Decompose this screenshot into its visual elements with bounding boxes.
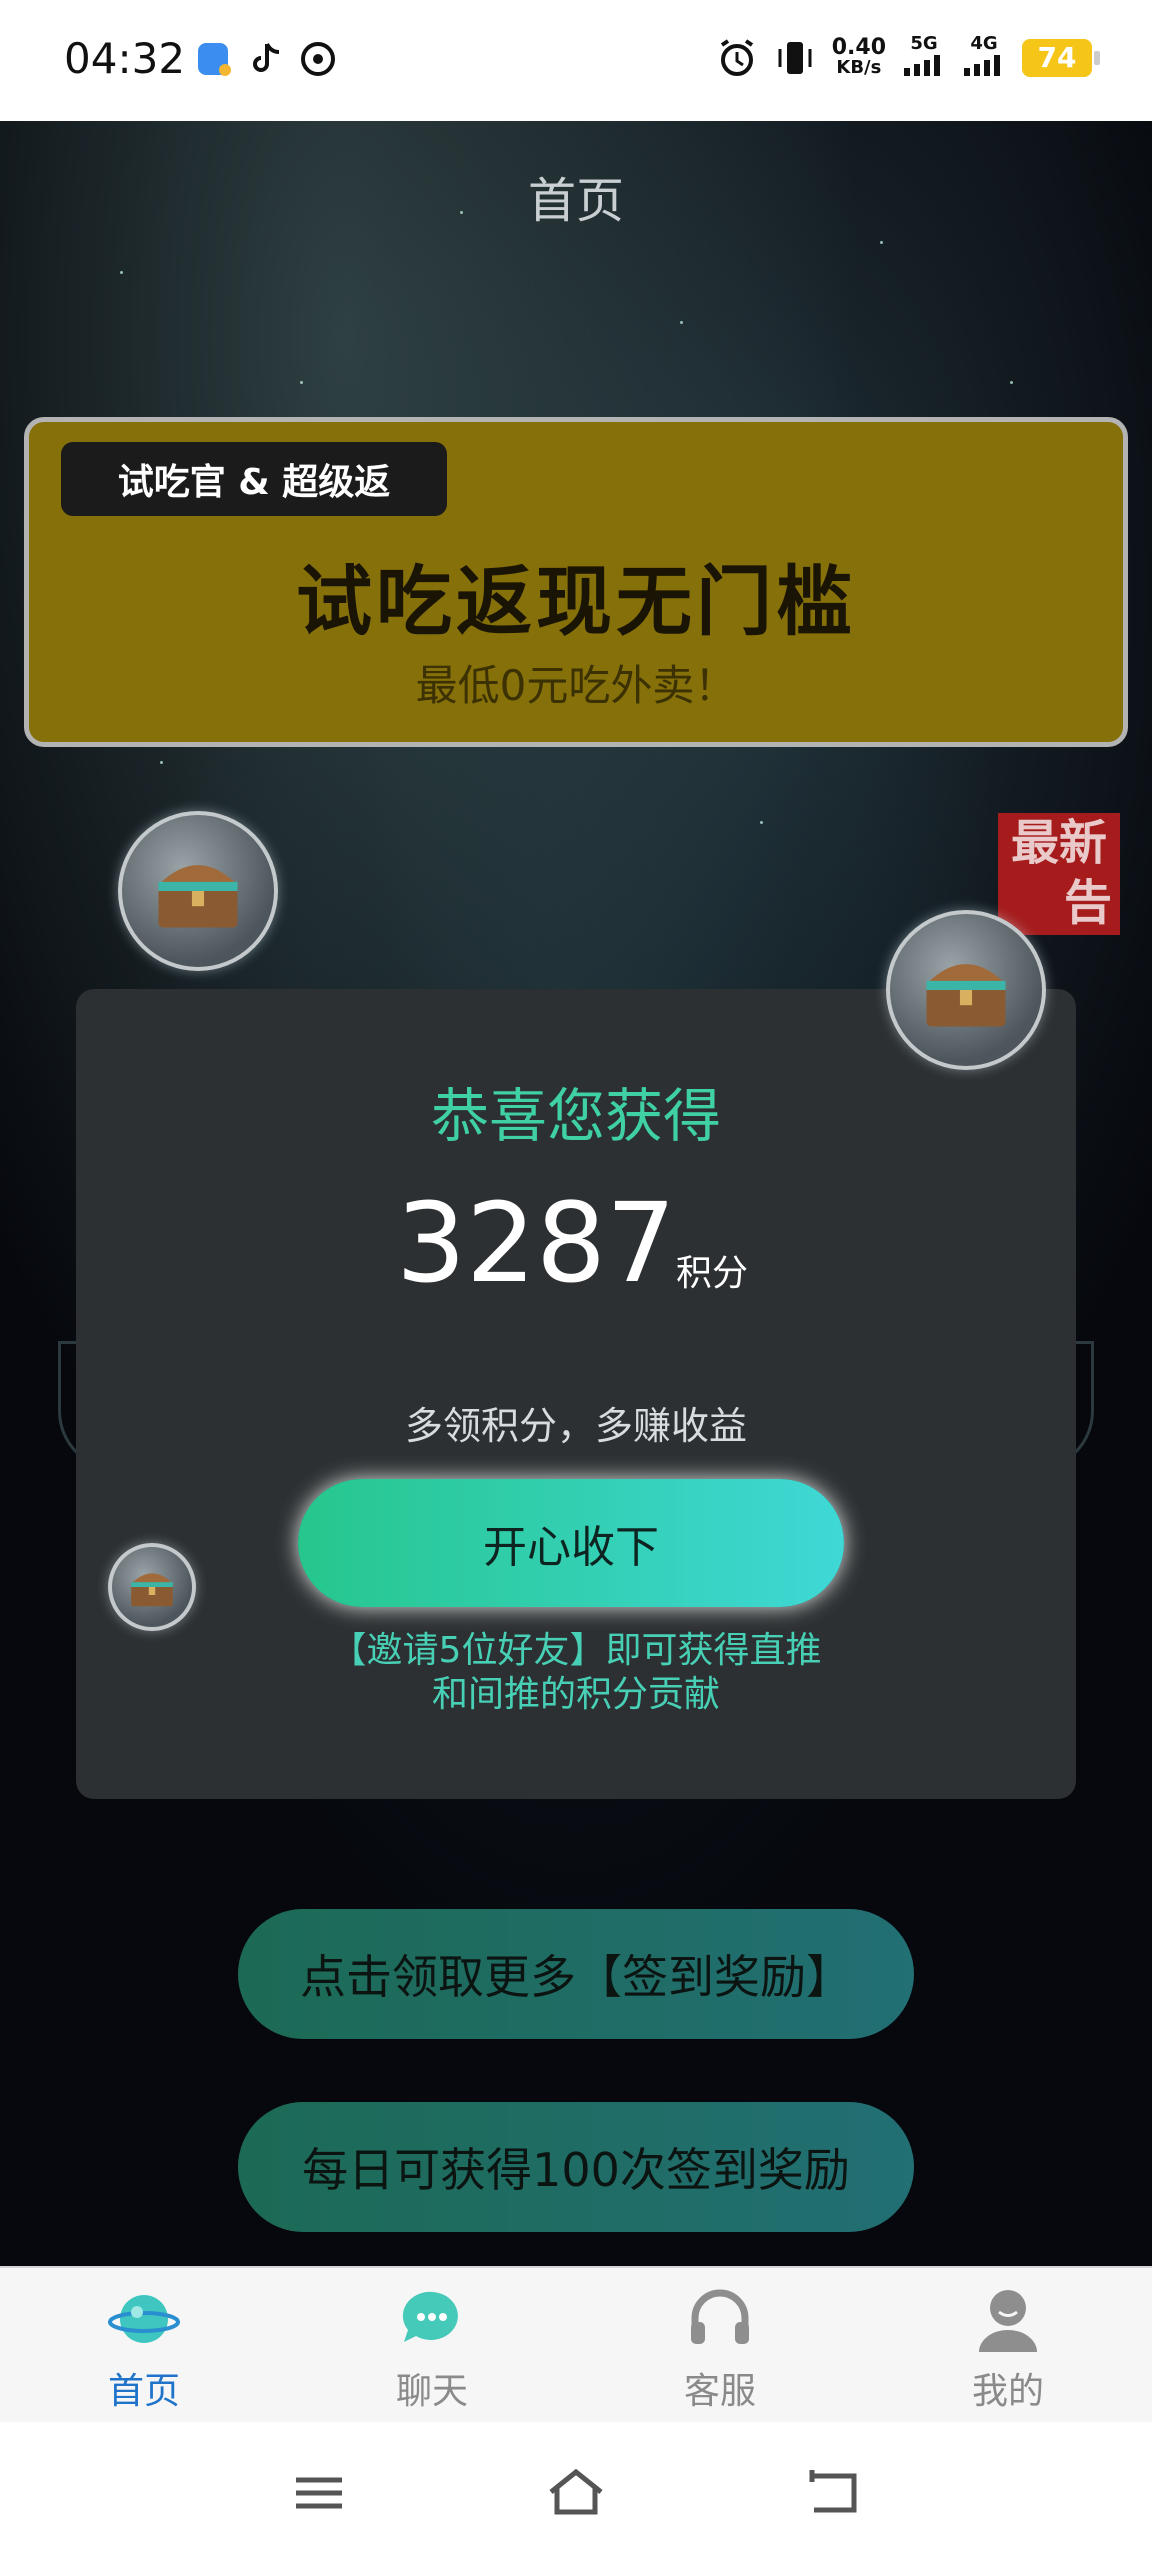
menu-icon[interactable] xyxy=(284,2458,354,2528)
app-icon xyxy=(198,43,231,76)
net-speed-value: 0.40 xyxy=(831,34,886,60)
banner-title: 试吃返现无门槛 xyxy=(296,557,856,646)
vibrate-icon xyxy=(778,41,812,74)
sim2-label: 4G xyxy=(970,33,998,54)
banner-brand-tag: 试吃官 & 超级返 xyxy=(61,442,447,516)
back-icon[interactable] xyxy=(798,2458,868,2528)
dialog-description: 多领积分，多赚收益 xyxy=(404,1404,747,1448)
headset-icon xyxy=(691,2289,749,2344)
planet-icon xyxy=(108,2295,180,2343)
invite-note[interactable]: 【邀请5位好友】即可获得直推 和间推的积分贡献 xyxy=(76,1629,1076,1717)
tab-profile[interactable]: 我的 xyxy=(864,2268,1152,2422)
home-icon[interactable] xyxy=(541,2458,611,2528)
tab-label: 客服 xyxy=(683,2371,756,2412)
tab-label: 我的 xyxy=(971,2371,1044,2412)
battery-icon: 74 xyxy=(1022,38,1100,77)
system-navigation-bar xyxy=(0,2422,1152,2560)
chat-bubble-icon xyxy=(402,2291,458,2342)
signal-icon xyxy=(964,55,1000,76)
net-speed: 0.40 KB/s xyxy=(831,34,886,78)
main-content: 首页 试吃官 & 超级返 试吃返现无门槛 最低0元吃外卖！ 最新 告 点击领取更… xyxy=(0,121,1152,2266)
tab-label: 聊天 xyxy=(395,2371,468,2412)
tab-label: 首页 xyxy=(107,2371,180,2412)
reward-dialog: 恭喜您获得 3287 积分 多领积分，多赚收益 开心收下 【邀请5位好友】即可获… xyxy=(76,989,1076,1799)
daily-signin-limit-button[interactable]: 每日可获得100次签到奖励 xyxy=(238,2102,914,2232)
status-system-icons: 0.40 KB/s 5G 4G 74 xyxy=(716,34,1100,81)
signal-sim1: 5G xyxy=(902,34,946,81)
invite-note-line1: 【邀请5位好友】即可获得直推 xyxy=(330,1630,822,1671)
news-tag-line1: 最新 xyxy=(1010,815,1107,871)
tab-service[interactable]: 客服 xyxy=(576,2268,864,2422)
status-bar: 04:32 0.40 KB/s 5G 4G 74 xyxy=(0,0,1152,121)
page-title: 首页 xyxy=(527,173,624,229)
treasure-chest-icon xyxy=(118,811,278,971)
tab-chat[interactable]: 聊天 xyxy=(288,2268,576,2422)
accept-reward-button[interactable]: 开心收下 xyxy=(298,1479,844,1607)
tiktok-icon xyxy=(253,43,280,72)
dialog-title: 恭喜您获得 xyxy=(430,1082,721,1150)
signal-sim2: 4G xyxy=(962,34,1006,81)
bottom-tab-bar: 首页 聊天 客服 我的 xyxy=(0,2266,1152,2422)
signal-icon xyxy=(904,55,940,76)
treasure-chest-icon xyxy=(108,1543,196,1631)
status-notification-icons xyxy=(195,40,337,78)
alarm-icon xyxy=(720,38,753,76)
invite-note-line2: 和间推的积分贡献 xyxy=(431,1674,720,1715)
points-amount: 3287 xyxy=(396,1179,676,1307)
points-unit: 积分 xyxy=(676,1253,749,1294)
net-speed-unit: KB/s xyxy=(836,56,882,78)
treasure-chest-icon xyxy=(886,910,1046,1070)
sim1-label: 5G xyxy=(910,33,938,54)
more-signin-rewards-button[interactable]: 点击领取更多【签到奖励】 xyxy=(238,1909,914,2039)
sync-icon xyxy=(301,42,335,76)
user-icon xyxy=(979,2290,1037,2352)
tab-home[interactable]: 首页 xyxy=(0,2268,288,2422)
banner-subtitle: 最低0元吃外卖！ xyxy=(415,661,737,710)
status-time: 04:32 xyxy=(64,34,186,83)
promo-banner[interactable]: 试吃官 & 超级返 试吃返现无门槛 最低0元吃外卖！ xyxy=(24,417,1128,747)
